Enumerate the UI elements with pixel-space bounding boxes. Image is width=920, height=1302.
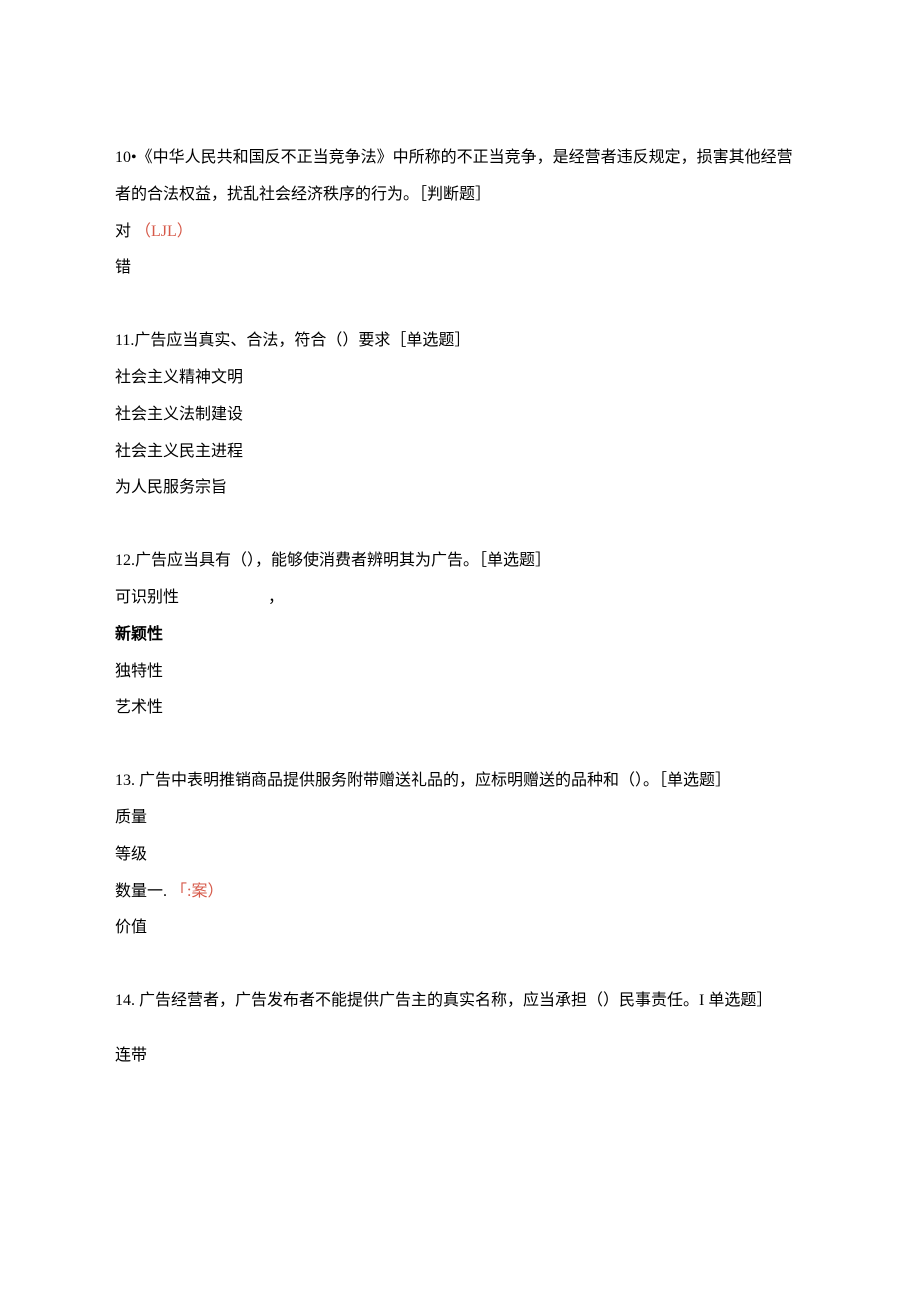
option-prefix: 数量一. — [115, 883, 167, 900]
comma: ， — [268, 580, 284, 617]
answer-marker: 「:案） — [171, 883, 223, 900]
question-13-option-4: 价值 — [115, 910, 805, 947]
question-13-option-1: 质量 — [115, 800, 805, 837]
question-14-option-1: 连带 — [115, 1038, 805, 1075]
question-13-text: 13. 广告中表明推销商品提供服务附带赠送礼品的，应标明赠送的品种和（）。［单选… — [115, 772, 731, 789]
question-11: 11.广告应当真实、合法，符合（）要求［单选题］ 社会主义精神文明 社会主义法制… — [115, 323, 805, 507]
option-text: 可识别性 — [115, 589, 179, 606]
question-10-text: 10•《中华人民共和国反不正当竞争法》中所称的不正当竞争，是经营者违反规定，损害… — [115, 149, 793, 203]
question-12-option-2: 新颖性 — [115, 617, 805, 654]
question-12-option-4: 艺术性 — [115, 690, 805, 727]
question-11-option-1: 社会主义精神文明 — [115, 360, 805, 397]
question-10: 10•《中华人民共和国反不正当竞争法》中所称的不正当竞争，是经营者违反规定，损害… — [115, 140, 805, 287]
question-10-option-1: 对 （LJL） — [115, 214, 805, 251]
question-12-option-3: 独特性 — [115, 654, 805, 691]
option-prefix: 对 — [115, 223, 131, 240]
question-14: 14. 广告经营者，广告发布者不能提供广告主的真实名称，应当承担（）民事责任。I… — [115, 983, 805, 1075]
question-13: 13. 广告中表明推销商品提供服务附带赠送礼品的，应标明赠送的品种和（）。［单选… — [115, 763, 805, 947]
question-13-option-2: 等级 — [115, 837, 805, 874]
question-11-option-4: 为人民服务宗旨 — [115, 470, 805, 507]
question-12-text: 12.广告应当具有（），能够使消费者辨明其为广告。［单选题］ — [115, 552, 551, 569]
question-11-option-3: 社会主义民主进程 — [115, 434, 805, 471]
question-14-text: 14. 广告经营者，广告发布者不能提供广告主的真实名称，应当承担（）民事责任。I… — [115, 992, 772, 1009]
question-11-text: 11.广告应当真实、合法，符合（）要求［单选题］ — [115, 332, 470, 349]
question-10-option-2: 错 — [115, 250, 805, 287]
answer-marker: （LJL） — [135, 223, 193, 240]
question-12-option-1: 可识别性 ， — [115, 580, 805, 617]
question-12: 12.广告应当具有（），能够使消费者辨明其为广告。［单选题］ 可识别性 ， 新颖… — [115, 543, 805, 727]
question-11-option-2: 社会主义法制建设 — [115, 397, 805, 434]
question-13-option-3: 数量一. 「:案） — [115, 874, 805, 911]
